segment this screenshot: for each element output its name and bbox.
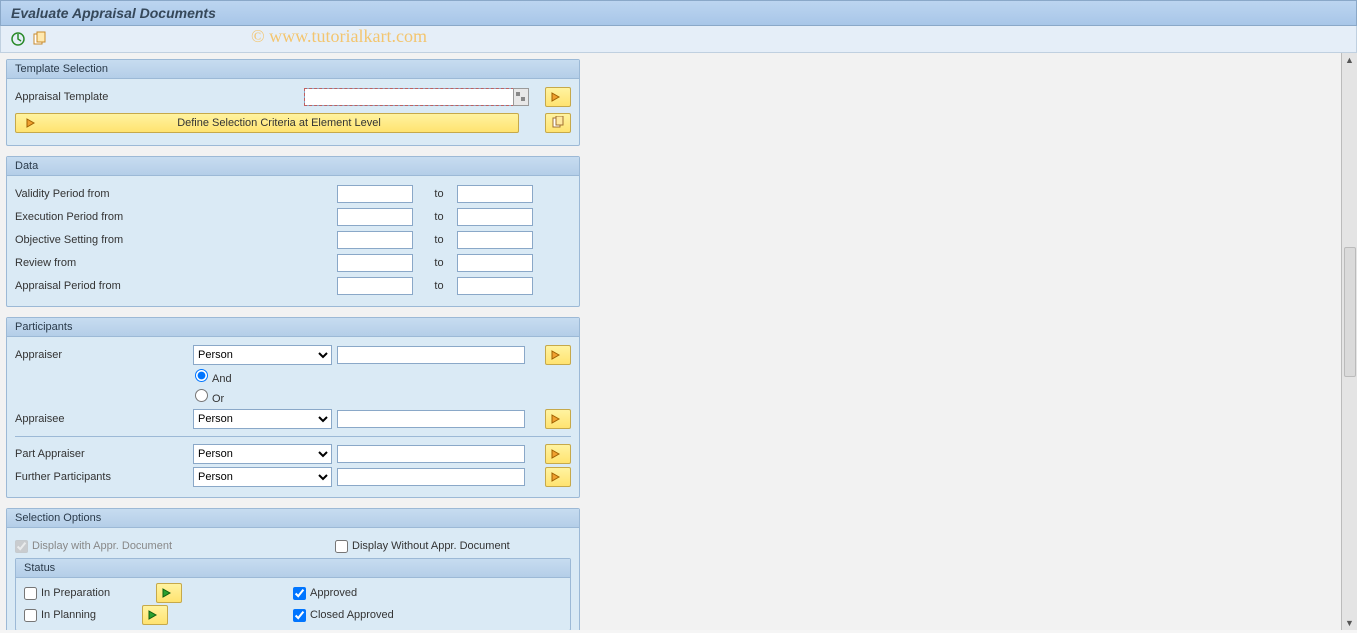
validity-from-label: Validity Period from xyxy=(15,188,337,200)
in-planning-checkbox[interactable] xyxy=(24,609,37,622)
define-selection-criteria-label: Define Selection Criteria at Element Lev… xyxy=(50,117,508,129)
to-label-4: to xyxy=(413,257,457,269)
approved-label: Approved xyxy=(310,587,357,599)
closed-approved-label: Closed Approved xyxy=(310,609,394,621)
approved-checkbox[interactable] xyxy=(293,587,306,600)
status-header: Status xyxy=(16,559,570,578)
page-title: Evaluate Appraisal Documents xyxy=(11,5,216,21)
template-selection-group: Template Selection Appraisal Template xyxy=(6,59,580,146)
and-radio[interactable] xyxy=(195,369,208,382)
appraisal-from-label: Appraisal Period from xyxy=(15,280,337,292)
status-subgroup: Status In Preparation Approved xyxy=(15,558,571,630)
appraisal-template-input[interactable] xyxy=(304,88,514,106)
selection-options-header: Selection Options xyxy=(7,509,579,528)
appraiser-label: Appraiser xyxy=(15,349,193,361)
window-title-bar: Evaluate Appraisal Documents xyxy=(0,0,1357,26)
part-appraiser-multi-button[interactable] xyxy=(545,444,571,464)
further-participants-label: Further Participants xyxy=(15,471,193,483)
validity-to-input[interactable] xyxy=(457,185,533,203)
further-participants-multi-button[interactable] xyxy=(545,467,571,487)
define-selection-criteria-button[interactable]: Define Selection Criteria at Element Lev… xyxy=(15,113,519,133)
divider xyxy=(15,436,571,437)
scroll-up-icon[interactable]: ▲ xyxy=(1343,53,1357,67)
selection-options-group: Selection Options Display with Appr. Doc… xyxy=(6,508,580,630)
or-radio-label[interactable]: Or xyxy=(195,389,224,405)
closed-approved-checkbox[interactable] xyxy=(293,609,306,622)
review-from-label: Review from xyxy=(15,257,337,269)
participants-header: Participants xyxy=(7,318,579,337)
in-preparation-label: In Preparation xyxy=(41,587,110,599)
appraiser-multi-button[interactable] xyxy=(545,345,571,365)
in-preparation-multi-button[interactable] xyxy=(156,583,182,603)
part-appraiser-type-select[interactable]: Person xyxy=(193,444,332,464)
validity-from-input[interactable] xyxy=(337,185,413,203)
appraisee-type-select[interactable]: Person xyxy=(193,409,332,429)
or-radio[interactable] xyxy=(195,389,208,402)
in-planning-multi-button[interactable] xyxy=(142,605,168,625)
appraisal-to-input[interactable] xyxy=(457,277,533,295)
appraisal-from-input[interactable] xyxy=(337,277,413,295)
further-participants-type-select[interactable]: Person xyxy=(193,467,332,487)
vertical-scrollbar[interactable]: ▲ ▼ xyxy=(1341,53,1357,630)
scroll-track[interactable] xyxy=(1342,67,1357,616)
review-to-input[interactable] xyxy=(457,254,533,272)
and-radio-label[interactable]: And xyxy=(195,369,232,385)
participants-group: Participants Appraiser Person And Or xyxy=(6,317,580,498)
data-group: Data Validity Period from to Execution P… xyxy=(6,156,580,307)
display-without-checkbox[interactable] xyxy=(335,540,348,553)
part-appraiser-input[interactable] xyxy=(337,445,525,463)
to-label-2: to xyxy=(413,211,457,223)
appraisee-label: Appraisee xyxy=(15,413,193,425)
execute-icon[interactable] xyxy=(9,30,27,48)
content-area: Template Selection Appraisal Template xyxy=(0,53,1341,630)
objective-from-label: Objective Setting from xyxy=(15,234,337,246)
template-selection-header: Template Selection xyxy=(7,60,579,79)
appraisal-template-label: Appraisal Template xyxy=(15,91,304,103)
get-variant-icon[interactable] xyxy=(31,30,49,48)
execution-to-input[interactable] xyxy=(457,208,533,226)
part-appraiser-label: Part Appraiser xyxy=(15,448,193,460)
display-without-label: Display Without Appr. Document xyxy=(352,540,510,552)
scroll-grip[interactable] xyxy=(1344,247,1356,377)
appraiser-input[interactable] xyxy=(337,346,525,364)
execution-from-label: Execution Period from xyxy=(15,211,337,223)
appraisee-multi-button[interactable] xyxy=(545,409,571,429)
review-from-input[interactable] xyxy=(337,254,413,272)
template-multiple-selection-button[interactable] xyxy=(545,87,571,107)
to-label: to xyxy=(413,188,457,200)
further-participants-input[interactable] xyxy=(337,468,525,486)
copy-selection-button[interactable] xyxy=(545,113,571,133)
scroll-down-icon[interactable]: ▼ xyxy=(1343,616,1357,630)
to-label-5: to xyxy=(413,280,457,292)
objective-from-input[interactable] xyxy=(337,231,413,249)
in-planning-label: In Planning xyxy=(41,609,96,621)
data-header: Data xyxy=(7,157,579,176)
app-toolbar: © www.tutorialkart.com xyxy=(0,26,1357,53)
display-with-label: Display with Appr. Document xyxy=(32,540,172,552)
appraisee-input[interactable] xyxy=(337,410,525,428)
display-with-checkbox xyxy=(15,540,28,553)
objective-to-input[interactable] xyxy=(457,231,533,249)
in-preparation-checkbox[interactable] xyxy=(24,587,37,600)
f4-help-icon[interactable] xyxy=(513,88,529,106)
to-label-3: to xyxy=(413,234,457,246)
watermark: © www.tutorialkart.com xyxy=(251,26,427,47)
appraiser-type-select[interactable]: Person xyxy=(193,345,332,365)
execution-from-input[interactable] xyxy=(337,208,413,226)
